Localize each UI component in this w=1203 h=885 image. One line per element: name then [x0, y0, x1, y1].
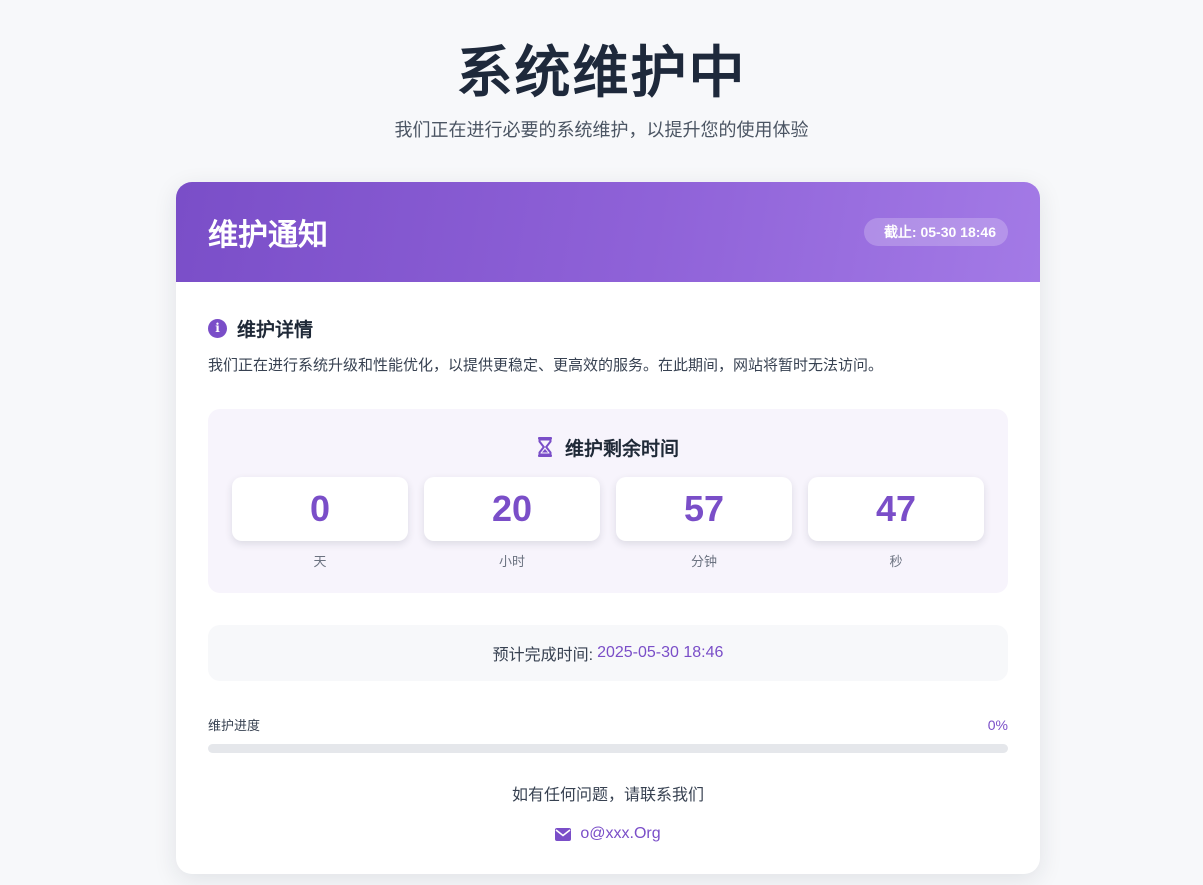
countdown-hours: 20 小时	[424, 477, 600, 570]
contact-text: 如有任何问题，请联系我们	[511, 787, 704, 804]
countdown-hours-label: 小时	[498, 554, 525, 569]
countdown-hours-value: 20	[424, 477, 600, 541]
page-subtitle: 我们正在进行必要的系统维护，以提升您的使用体验	[394, 120, 809, 140]
details-text: 我们正在进行系统升级和性能优化，以提供更稳定、更高效的服务。在此期间，网站将暂时…	[208, 357, 884, 374]
card-title: 维护通知	[208, 219, 328, 252]
details-heading-label: 维护详情	[237, 319, 314, 341]
maintenance-card: 维护通知 截止: 05-30 18:46 i 维护详情 我们正在进行系统升级和性…	[176, 182, 1040, 874]
countdown-row: 0 天 20 小时 57 分钟 47 秒	[232, 477, 984, 570]
info-icon: i	[208, 318, 227, 338]
page-title: 系统维护中	[456, 41, 747, 104]
progress-label: 维护进度	[208, 718, 261, 733]
progress-percent: 0%	[987, 716, 1008, 733]
mail-icon	[555, 827, 572, 841]
countdown-seconds: 47 秒	[808, 477, 984, 570]
card-header: 维护通知 截止: 05-30 18:46	[176, 182, 1040, 282]
eta-label: 预计完成时间:	[492, 647, 594, 664]
countdown-heading: 维护剩余时间	[232, 433, 984, 461]
contact-email[interactable]: o@xxx.Org	[580, 825, 660, 843]
countdown-minutes-value: 57	[616, 477, 792, 541]
countdown-panel: 维护剩余时间 0 天 20 小时 57 分钟 47 秒	[208, 409, 1008, 593]
hourglass-icon	[537, 437, 553, 457]
contact-email-link[interactable]: o@xxx.Org	[208, 825, 1008, 843]
progress-header: 维护进度 0%	[208, 715, 1008, 734]
eta-panel: 预计完成时间: 2025-05-30 18:46	[208, 625, 1008, 681]
countdown-days-value: 0	[232, 477, 408, 541]
countdown-seconds-value: 47	[808, 477, 984, 541]
card-body: i 维护详情 我们正在进行系统升级和性能优化，以提供更稳定、更高效的服务。在此期…	[176, 282, 1040, 843]
countdown-days: 0 天	[232, 477, 408, 570]
details-heading: i 维护详情	[208, 316, 1008, 341]
countdown-minutes: 57 分钟	[616, 477, 792, 570]
deadline-badge: 截止: 05-30 18:46	[863, 218, 1008, 246]
countdown-days-label: 天	[313, 554, 327, 569]
countdown-seconds-label: 秒	[889, 554, 903, 569]
countdown-minutes-label: 分钟	[690, 554, 717, 569]
progress-bar	[208, 744, 1008, 753]
countdown-heading-label: 维护剩余时间	[564, 438, 679, 460]
eta-value: 2025-05-30 18:46	[597, 644, 724, 661]
